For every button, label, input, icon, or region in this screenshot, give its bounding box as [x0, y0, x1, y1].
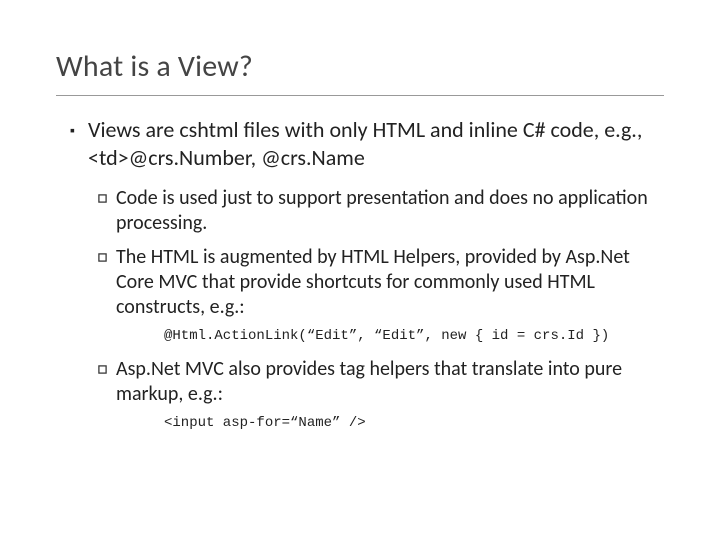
hollow-square-icon [98, 185, 110, 210]
square-bullet-icon: ▪ [70, 122, 80, 140]
bullet-text: The HTML is augmented by HTML Helpers, p… [116, 245, 630, 319]
bullet-text: Code is used just to support presentatio… [116, 186, 648, 235]
bullet-text: Asp.Net MVC also provides tag helpers th… [116, 357, 622, 406]
bullet-level2: Code is used just to support presentatio… [116, 185, 664, 236]
bullet-level2: Asp.Net MVC also provides tag helpers th… [116, 356, 664, 407]
page-title: What is a View? [56, 48, 664, 96]
bullet-level2: The HTML is augmented by HTML Helpers, p… [116, 244, 664, 320]
code-snippet: @Html.ActionLink(“Edit”, “Edit”, new { i… [164, 328, 664, 344]
bullet-level1: ▪Views are cshtml files with only HTML a… [88, 116, 664, 171]
hollow-square-icon [98, 356, 110, 381]
bullet-text: Views are cshtml files with only HTML an… [88, 116, 642, 171]
slide: What is a View? ▪Views are cshtml files … [0, 0, 720, 540]
hollow-square-icon [98, 244, 110, 269]
code-snippet: <input asp-for=“Name” /> [164, 415, 664, 431]
